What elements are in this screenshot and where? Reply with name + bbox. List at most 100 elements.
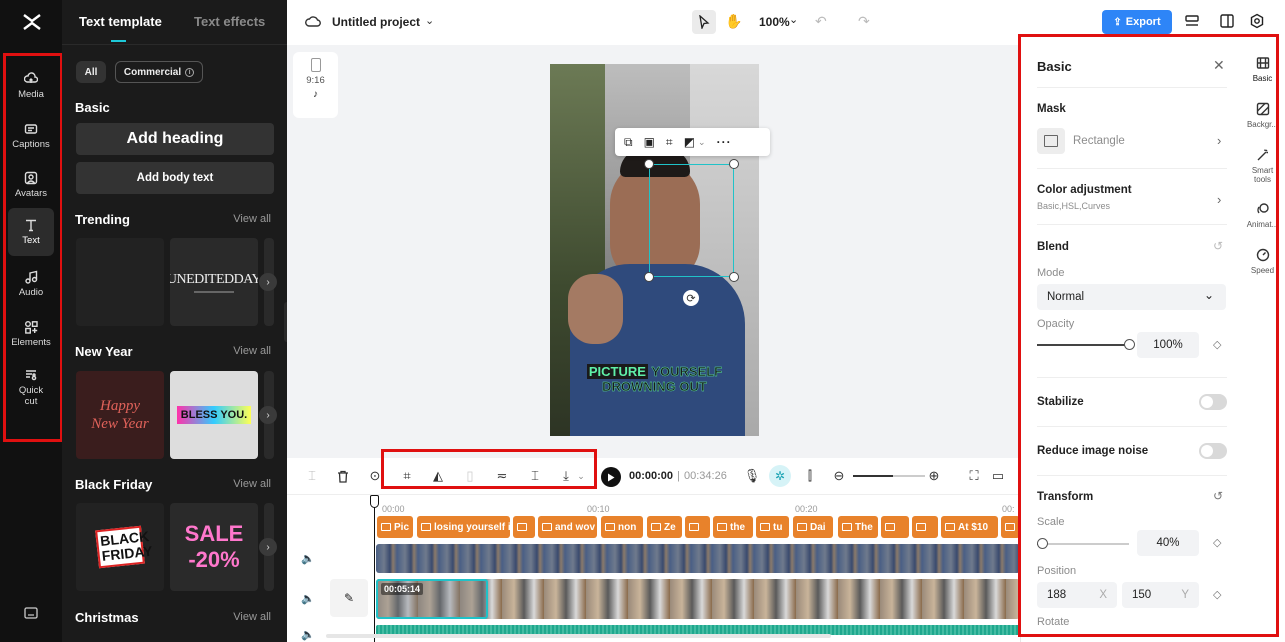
template-card[interactable] (76, 238, 164, 326)
chevron-right-icon[interactable]: › (259, 406, 277, 424)
keyboard-icon[interactable] (24, 606, 38, 624)
redo-icon[interactable]: ↷ (858, 13, 870, 30)
chevron-down-icon[interactable]: ⌄ (698, 137, 706, 148)
position-x-input[interactable]: 188 X (1037, 582, 1117, 608)
keyframe-diamond-icon[interactable]: ◇ (1213, 588, 1221, 601)
rail-avatars[interactable]: Avatars (8, 162, 54, 208)
layers-icon[interactable] (1184, 13, 1200, 34)
download-icon[interactable]: ⤓ (558, 468, 574, 484)
resize-handle[interactable] (729, 159, 739, 169)
resize-handle[interactable] (644, 159, 654, 169)
zoom-level[interactable]: 100% (759, 15, 790, 29)
text-clip[interactable] (513, 516, 535, 538)
play-button[interactable] (601, 467, 621, 487)
chevron-right-icon[interactable]: › (259, 538, 277, 556)
playhead-handle[interactable] (370, 495, 379, 508)
text-clip[interactable]: and wov (538, 516, 597, 538)
split-screen-icon[interactable]: ⫿ (802, 468, 818, 484)
resize-handle[interactable] (729, 272, 739, 282)
zoom-chevron-icon[interactable]: ⌄ (789, 13, 798, 26)
selected-clip[interactable]: 00:05:14 (376, 579, 488, 619)
selection-box[interactable] (649, 164, 734, 277)
text-clip[interactable]: Dai (793, 516, 833, 538)
filter-all[interactable]: All (76, 61, 106, 83)
filter-commercial[interactable]: Commercial i (115, 61, 203, 83)
edit-cover-icon[interactable]: ✎ (330, 579, 368, 617)
zoom-in-icon[interactable]: ⊕ (926, 468, 942, 484)
speaker-icon[interactable]: 🔈 (301, 628, 315, 641)
black-friday-view-all-link[interactable]: View all (233, 478, 271, 490)
text-clip[interactable] (685, 516, 710, 538)
microphone-icon[interactable]: 🎙 (744, 468, 761, 484)
reset-icon[interactable]: ↺ (1213, 239, 1223, 253)
rail-elements[interactable]: Elements (8, 311, 54, 357)
template-card[interactable]: SALE -20% (170, 503, 258, 591)
rail-quick-cut[interactable]: Quick cut (8, 362, 54, 412)
caption-overlay[interactable]: PICTURE YOURSELF DROWNING OUT (550, 364, 759, 394)
tab-speed[interactable]: Speed (1240, 248, 1285, 275)
close-icon[interactable]: ✕ (1213, 57, 1225, 74)
add-heading-button[interactable]: Add heading (76, 123, 274, 155)
resize-handle[interactable] (644, 272, 654, 282)
zoom-out-icon[interactable]: ⊖ (831, 468, 847, 484)
color-adjustment-label[interactable]: Color adjustment (1037, 184, 1132, 196)
comment-icon[interactable]: ▭ (990, 468, 1006, 484)
delete-icon[interactable] (335, 468, 351, 484)
panel-toggle-icon[interactable] (1219, 13, 1235, 34)
template-card[interactable]: BLESS YOU. (170, 371, 258, 459)
export-button[interactable]: ⇪ Export (1102, 10, 1172, 34)
tab-animation[interactable]: Animat... (1240, 202, 1285, 229)
rotate-handle-icon[interactable]: ⟳ (683, 290, 699, 306)
text-clip[interactable] (1001, 516, 1020, 538)
rail-media[interactable]: Media (8, 63, 54, 109)
mode-select[interactable]: Normal ⌄ (1037, 284, 1226, 310)
text-clip[interactable]: losing yourself i (417, 516, 510, 538)
text-clip[interactable]: Ze (647, 516, 682, 538)
chevron-down-icon[interactable]: ⌄ (573, 468, 589, 484)
scale-input[interactable]: 40% (1137, 530, 1199, 556)
mask-value[interactable]: Rectangle (1073, 135, 1125, 147)
chevron-right-icon[interactable]: › (1217, 133, 1221, 148)
rail-audio[interactable]: Audio (8, 261, 54, 307)
mask-icon[interactable]: ◩ (684, 135, 695, 149)
replace-icon[interactable]: ⧉ (624, 135, 633, 150)
aspect-ratio-switcher[interactable]: 9:16 ♪ (293, 52, 338, 118)
tab-background[interactable]: Backgr... (1240, 102, 1285, 129)
new-year-view-all-link[interactable]: View all (233, 345, 271, 357)
rail-text[interactable]: Text (8, 208, 54, 256)
reduce-noise-toggle[interactable] (1199, 443, 1227, 459)
text-clip[interactable]: Pic (377, 516, 413, 538)
ai-assist-icon[interactable]: ✲ (769, 465, 791, 487)
tab-smart-tools[interactable]: Smart tools (1240, 148, 1285, 184)
tab-text-template[interactable]: Text template (79, 14, 162, 29)
christmas-view-all-link[interactable]: View all (233, 611, 271, 623)
chevron-down-icon[interactable]: ⌄ (425, 14, 434, 27)
reset-icon[interactable]: ↺ (1213, 489, 1223, 503)
playhead[interactable] (374, 496, 375, 642)
chevron-right-icon[interactable]: › (259, 273, 277, 291)
crop-icon[interactable]: ⌗ (666, 135, 673, 150)
undo-icon[interactable]: ↶ (815, 13, 827, 30)
project-name[interactable]: Untitled project (332, 15, 420, 29)
template-card[interactable]: BLACK FRIDAY (76, 503, 164, 591)
text-clip[interactable]: At $10 (941, 516, 998, 538)
rail-captions[interactable]: Captions (8, 113, 54, 159)
hand-tool-icon[interactable]: ✋ (725, 13, 742, 30)
tab-text-effects[interactable]: Text effects (194, 14, 265, 29)
keyframe-diamond-icon[interactable]: ◇ (1213, 536, 1221, 549)
play-circle-icon[interactable]: ⊙ (367, 468, 383, 484)
text-clip[interactable]: tu (756, 516, 789, 538)
trim-icon[interactable]: ⌶ (527, 468, 543, 484)
text-clip[interactable]: non (601, 516, 643, 538)
scale-slider-track[interactable] (1037, 543, 1129, 545)
text-clip[interactable]: The (838, 516, 878, 538)
template-card[interactable]: Happy New Year (76, 371, 164, 459)
text-clip[interactable]: the (713, 516, 753, 538)
opacity-slider-knob[interactable] (1124, 339, 1135, 350)
app-logo[interactable] (22, 12, 42, 37)
chevron-right-icon[interactable]: › (1217, 192, 1221, 207)
crop-icon[interactable]: ⌗ (399, 468, 415, 484)
scale-slider-knob[interactable] (1036, 538, 1048, 549)
mask-rectangle-icon[interactable] (1037, 128, 1065, 154)
stabilize-toggle[interactable] (1199, 394, 1227, 410)
